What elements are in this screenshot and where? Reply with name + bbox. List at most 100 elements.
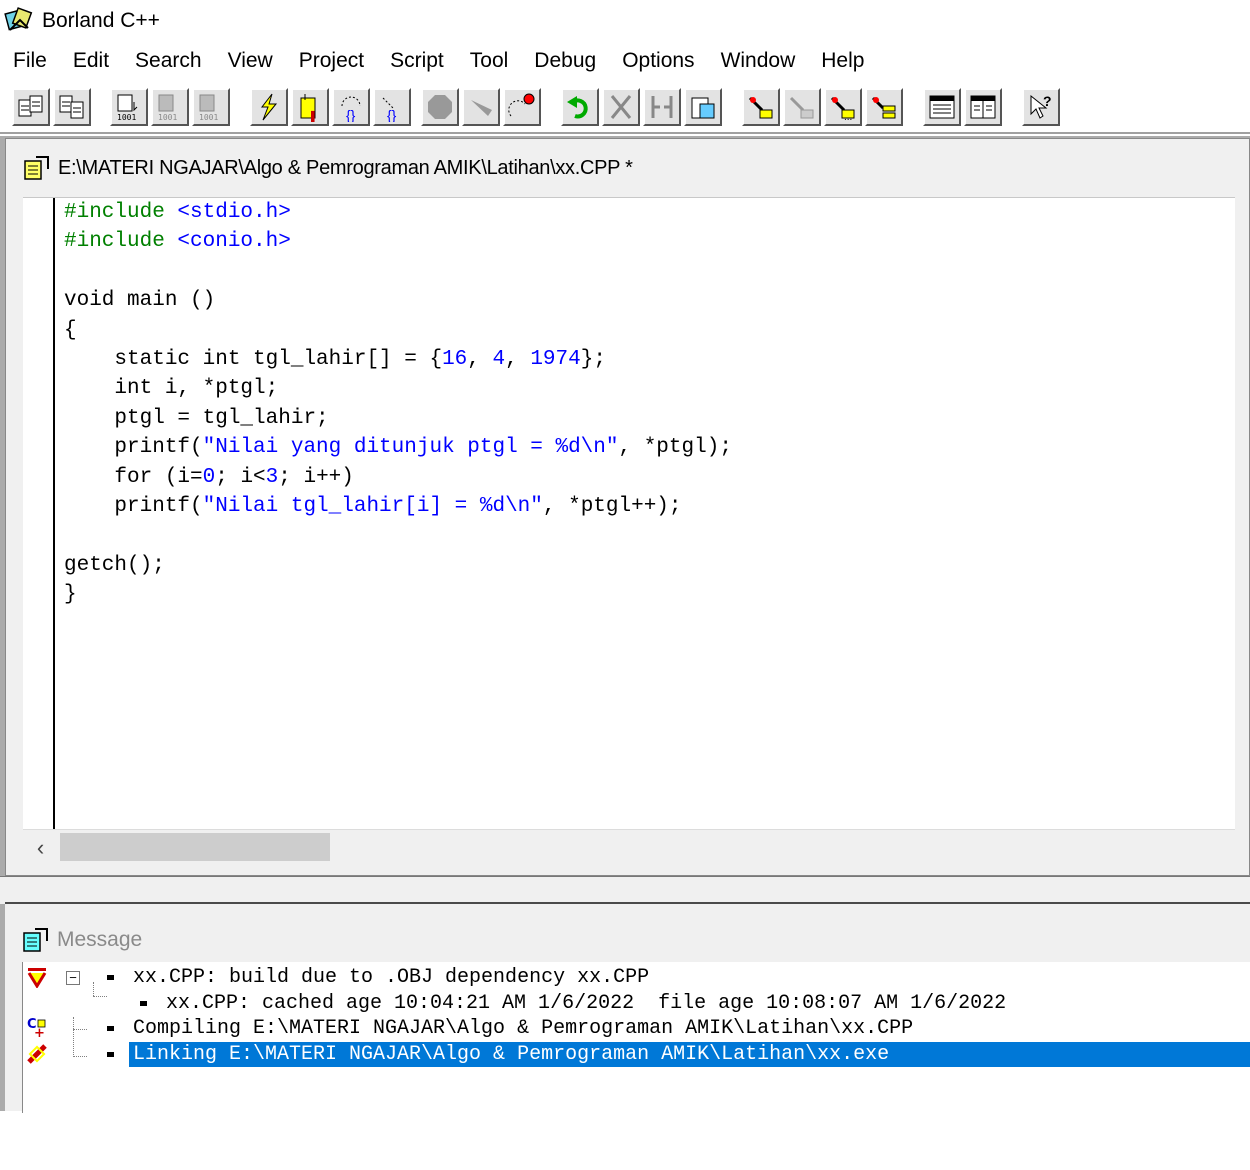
code-line[interactable]: } [64, 580, 732, 609]
tile-button[interactable] [923, 88, 961, 126]
message-text: Compiling E:\MATERI NGAJAR\Algo & Pemrog… [133, 1017, 914, 1041]
collapse-tree-icon[interactable]: − [66, 971, 80, 985]
bullet-icon [140, 1000, 147, 1006]
copy-button[interactable] [643, 88, 681, 126]
code-line[interactable]: int i, *ptgl; [64, 374, 732, 403]
menu-debug[interactable]: Debug [521, 49, 609, 73]
compile-button[interactable]: 1001 [110, 88, 148, 126]
menu-help[interactable]: Help [808, 49, 877, 73]
menu-edit[interactable]: Edit [60, 49, 122, 73]
code-token: 3 [265, 465, 279, 489]
code-token: , *ptgl++); [542, 494, 682, 518]
code-token: 4 [492, 347, 506, 371]
code-line[interactable]: printf("Nilai yang ditunjuk ptgl = %d\n"… [64, 433, 732, 462]
code-token: ; i< [215, 465, 266, 489]
code-line[interactable] [64, 521, 732, 550]
bullet-icon [107, 975, 114, 980]
code-token: for (i= [64, 465, 203, 489]
menu-view[interactable]: View [215, 49, 286, 73]
message-titlebar[interactable]: Message [5, 918, 1250, 962]
scroll-thumb[interactable] [60, 833, 330, 861]
menu-script[interactable]: Script [377, 49, 457, 73]
code-text[interactable]: #include <stdio.h> #include <conio.h> voi… [64, 198, 732, 609]
cut-icon [610, 95, 632, 119]
window-splitter[interactable] [0, 876, 1250, 904]
toolbar: 1001 1001 1001 ▌ {} {} ... ? [0, 80, 1250, 134]
code-token: 1974 [530, 347, 581, 371]
cascade-button[interactable] [964, 88, 1002, 126]
svg-text:{}: {} [346, 107, 356, 122]
code-line[interactable] [64, 257, 732, 286]
reset-button[interactable] [503, 88, 541, 126]
cascade-icon [970, 95, 996, 119]
code-token: <stdio.h> [177, 201, 291, 224]
code-line[interactable]: void main () [64, 286, 732, 315]
code-line[interactable]: getch(); [64, 551, 732, 580]
editor-titlebar[interactable]: E:\MATERI NGAJAR\Algo & Pemrograman AMIK… [6, 139, 1249, 197]
code-line[interactable]: for (i=0; i<3; i++) [64, 463, 732, 492]
code-line[interactable]: { [64, 316, 732, 345]
code-line[interactable]: ptgl = tgl_lahir; [64, 404, 732, 433]
run-button[interactable] [250, 88, 288, 126]
svg-text:▌: ▌ [311, 110, 318, 122]
code-token: ptgl = tgl_lahir; [64, 406, 329, 430]
menu-window[interactable]: Window [708, 49, 809, 73]
open-project-icon [18, 95, 43, 117]
pause-button[interactable] [462, 88, 500, 126]
code-token: static int tgl_lahir[] = { [64, 347, 443, 371]
code-token: } [64, 583, 77, 607]
message-list[interactable]: − xx.CPP: build due to .OBJ dependency x… [22, 962, 1250, 1113]
svg-text:1001: 1001 [158, 113, 177, 122]
undo-button[interactable] [561, 88, 599, 126]
menu-bar: File Edit Search View Project Script Too… [0, 42, 1250, 80]
borland-app-icon [4, 7, 33, 31]
paste-button[interactable] [684, 88, 722, 126]
menu-options[interactable]: Options [609, 49, 707, 73]
code-line[interactable]: printf("Nilai tgl_lahir[i] = %d\n", *ptg… [64, 492, 732, 521]
menu-search[interactable]: Search [122, 49, 215, 73]
message-row[interactable]: − xx.CPP: build due to .OBJ dependency x… [23, 965, 1250, 991]
code-token: "Nilai yang ditunjuk ptgl = %d\n" [202, 436, 619, 460]
compile-icon: 1001 [117, 94, 138, 122]
trace-into-button[interactable]: {} [373, 88, 411, 126]
document-icon [24, 156, 49, 180]
code-token: 0 [202, 465, 216, 489]
watch-button[interactable] [865, 88, 903, 126]
code-editor[interactable]: #include <stdio.h> #include <conio.h> voi… [23, 197, 1235, 830]
debug-run-button[interactable]: ▌ [291, 88, 329, 126]
menu-tool[interactable]: Tool [457, 49, 522, 73]
compile-icon: C + [27, 1017, 46, 1039]
open-project-button[interactable] [12, 88, 50, 126]
horizontal-scrollbar[interactable]: ‹ [23, 829, 1235, 864]
svg-text:1001: 1001 [117, 113, 136, 122]
step-over-button[interactable]: {} [332, 88, 370, 126]
menu-file[interactable]: File [0, 49, 60, 73]
evaluate-button[interactable]: ... [824, 88, 862, 126]
build-all-button[interactable]: 1001 [192, 88, 230, 126]
code-line[interactable]: #include <stdio.h> [64, 198, 732, 227]
help-button[interactable]: ? [1022, 88, 1060, 126]
watch-icon [871, 96, 896, 119]
evaluate-icon: ... [830, 96, 855, 122]
code-line[interactable]: static int tgl_lahir[] = {16, 4, 1974}; [64, 345, 732, 374]
cut-button[interactable] [602, 88, 640, 126]
link-icon [27, 1044, 47, 1064]
stop-button[interactable] [421, 88, 459, 126]
message-row[interactable]: xx.CPP: cached age 10:04:21 AM 1/6/2022 … [23, 991, 1250, 1017]
message-row[interactable]: C + Compiling E:\MATERI NGAJAR\Algo & Pe… [23, 1016, 1250, 1042]
tile-icon [929, 95, 955, 119]
toggle-breakpoint-button[interactable] [742, 88, 780, 126]
menu-project[interactable]: Project [286, 49, 377, 73]
inspect-button[interactable] [783, 88, 821, 126]
scroll-left-arrow-icon[interactable]: ‹ [23, 830, 58, 865]
message-row-selected[interactable]: Linking E:\MATERI NGAJAR\Algo & Pemrogra… [23, 1041, 1250, 1068]
close-project-button[interactable] [53, 88, 91, 126]
make-icon: 1001 [158, 94, 177, 122]
step-over-icon: {} [341, 96, 361, 122]
close-project-icon [59, 95, 84, 119]
editor-file-title: E:\MATERI NGAJAR\Algo & Pemrograman AMIK… [58, 156, 633, 179]
code-line[interactable]: #include <conio.h> [64, 227, 732, 256]
svg-text:?: ? [1043, 93, 1052, 109]
make-button[interactable]: 1001 [151, 88, 189, 126]
build-warning-icon [27, 968, 47, 988]
